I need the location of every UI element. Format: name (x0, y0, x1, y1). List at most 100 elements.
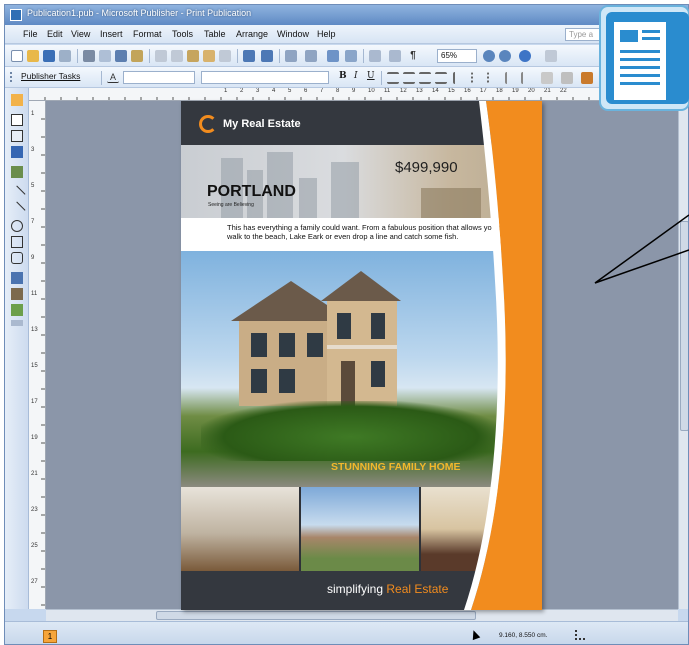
more-tools-icon[interactable] (11, 320, 23, 326)
toolbar-grip-icon[interactable] (10, 72, 16, 82)
picture-icon[interactable] (11, 166, 23, 178)
save-icon[interactable] (43, 50, 55, 62)
style-dropdown[interactable] (123, 71, 195, 84)
print-icon[interactable] (83, 50, 95, 62)
italic-icon[interactable]: I (354, 71, 358, 81)
horizontal-ruler[interactable]: 1 2 3 4 5 6 7 8 9 10 11 12 13 14 15 16 1… (29, 88, 688, 101)
cut-icon[interactable] (155, 50, 167, 62)
menu-format[interactable]: Format (133, 29, 162, 39)
menu-view[interactable]: View (71, 29, 90, 39)
copy-icon[interactable] (171, 50, 183, 62)
justify-icon[interactable] (435, 72, 447, 84)
fill-color-icon[interactable] (541, 72, 553, 84)
toolbar-options-icon[interactable] (545, 50, 557, 62)
table-icon[interactable] (369, 50, 381, 62)
brand-logo-icon (199, 115, 217, 133)
insert-hyperlink-icon[interactable] (327, 50, 339, 62)
menu-tools[interactable]: Tools (172, 29, 193, 39)
help-icon[interactable] (519, 50, 531, 62)
page-navigation-button[interactable]: 1 (43, 630, 57, 643)
living-room-photo[interactable] (421, 487, 542, 571)
pilcrow-icon[interactable]: ¶ (407, 50, 419, 62)
underline-icon[interactable]: U (367, 71, 375, 81)
bold-icon[interactable]: B (339, 71, 347, 81)
font-dropdown[interactable] (201, 71, 329, 84)
align-right-icon[interactable] (419, 72, 431, 84)
table-frame-icon[interactable] (11, 130, 23, 142)
hotspot-icon[interactable] (11, 272, 23, 284)
brand-name[interactable]: My Real Estate (223, 118, 301, 130)
pointer-icon[interactable] (11, 94, 23, 106)
vertical-ruler[interactable]: 1 3 5 7 9 11 13 15 17 19 21 23 25 27 (29, 101, 46, 609)
photo-caption[interactable]: STUNNING FAMILY HOME (331, 461, 461, 473)
catalog-icon[interactable] (11, 304, 23, 316)
listing-price[interactable]: $499,990 (395, 159, 458, 176)
ruler-number: 3 (31, 147, 35, 153)
zoom-select[interactable]: 65% (437, 49, 477, 63)
align-center-icon[interactable] (403, 72, 415, 84)
decrease-indent-icon[interactable] (505, 72, 517, 84)
menu-help[interactable]: Help (317, 29, 336, 39)
menu-insert[interactable]: Insert (100, 29, 123, 39)
listing-description[interactable]: This has everything a family could want.… (227, 223, 505, 241)
main-house-photo[interactable]: STUNNING FAMILY HOME (181, 251, 542, 487)
align-left-icon[interactable] (387, 72, 399, 84)
flyer-footer[interactable]: simplifying Real Estate (181, 571, 542, 610)
flyer-page[interactable]: My Real Estate $499,990 PORTLAND Seeing … (181, 101, 542, 610)
flyer-header[interactable]: My Real Estate (181, 101, 542, 145)
undo-icon[interactable] (243, 50, 255, 62)
title-bar[interactable]: Publication1.pub - Microsoft Publisher -… (5, 5, 688, 25)
special-characters-icon[interactable] (389, 50, 401, 62)
city-banner[interactable]: $499,990 PORTLAND Seeing are Believing (181, 145, 542, 218)
font-color-icon[interactable] (581, 72, 593, 84)
arrow-icon[interactable] (8, 201, 26, 219)
house-front-photo[interactable] (301, 487, 419, 571)
vertical-scrollbar[interactable] (678, 101, 688, 609)
text-box-icon[interactable] (11, 114, 23, 126)
horizontal-scrollbar[interactable] (46, 609, 678, 621)
research-icon[interactable] (131, 50, 143, 62)
menu-window[interactable]: Window (277, 29, 309, 39)
publisher-tasks-button[interactable]: Publisher Tasks (21, 71, 80, 81)
spelling-icon[interactable] (115, 50, 127, 62)
line-icon[interactable] (8, 185, 26, 203)
formatting-toolbar: Publisher Tasks A B I U (5, 67, 688, 88)
bullets-icon[interactable] (487, 72, 499, 84)
redo-icon[interactable] (261, 50, 273, 62)
bring-to-front-icon[interactable] (285, 50, 297, 62)
menu-arrange[interactable]: Arrange (236, 29, 268, 39)
horizontal-scroll-thumb[interactable] (156, 611, 476, 620)
city-title[interactable]: PORTLAND (207, 183, 296, 201)
styles-icon[interactable]: A (107, 71, 119, 83)
open-icon[interactable] (27, 50, 39, 62)
publisher-app-icon[interactable] (10, 9, 22, 21)
clear-icon[interactable] (219, 50, 231, 62)
line-color-icon[interactable] (561, 72, 573, 84)
columns-icon[interactable] (345, 50, 357, 62)
design-gallery-icon[interactable] (11, 288, 23, 300)
oval-icon[interactable] (11, 220, 23, 232)
paste-icon[interactable] (187, 50, 199, 62)
menu-table[interactable]: Table (204, 29, 226, 39)
zoom-out-icon[interactable] (483, 50, 495, 62)
zoom-in-icon[interactable] (499, 50, 511, 62)
wordart-icon[interactable] (11, 146, 23, 158)
objects-toolbar (5, 88, 29, 609)
permission-icon[interactable] (59, 50, 71, 62)
new-icon[interactable] (11, 50, 23, 62)
ruler-number: 17 (480, 88, 487, 94)
send-to-back-icon[interactable] (305, 50, 317, 62)
kitchen-photo[interactable] (181, 487, 299, 571)
menu-file[interactable]: File (23, 29, 38, 39)
increase-indent-icon[interactable] (521, 72, 533, 84)
city-tagline[interactable]: Seeing are Believing (208, 202, 254, 208)
numbering-icon[interactable] (471, 72, 483, 84)
format-painter-icon[interactable] (203, 50, 215, 62)
footer-slogan[interactable]: simplifying Real Estate (327, 582, 448, 596)
rectangle-icon[interactable] (11, 236, 23, 248)
menu-edit[interactable]: Edit (47, 29, 63, 39)
vertical-scroll-thumb[interactable] (680, 221, 688, 431)
autoshapes-icon[interactable] (11, 252, 23, 264)
print-preview-icon[interactable] (99, 50, 111, 62)
line-spacing-icon[interactable] (453, 72, 465, 84)
